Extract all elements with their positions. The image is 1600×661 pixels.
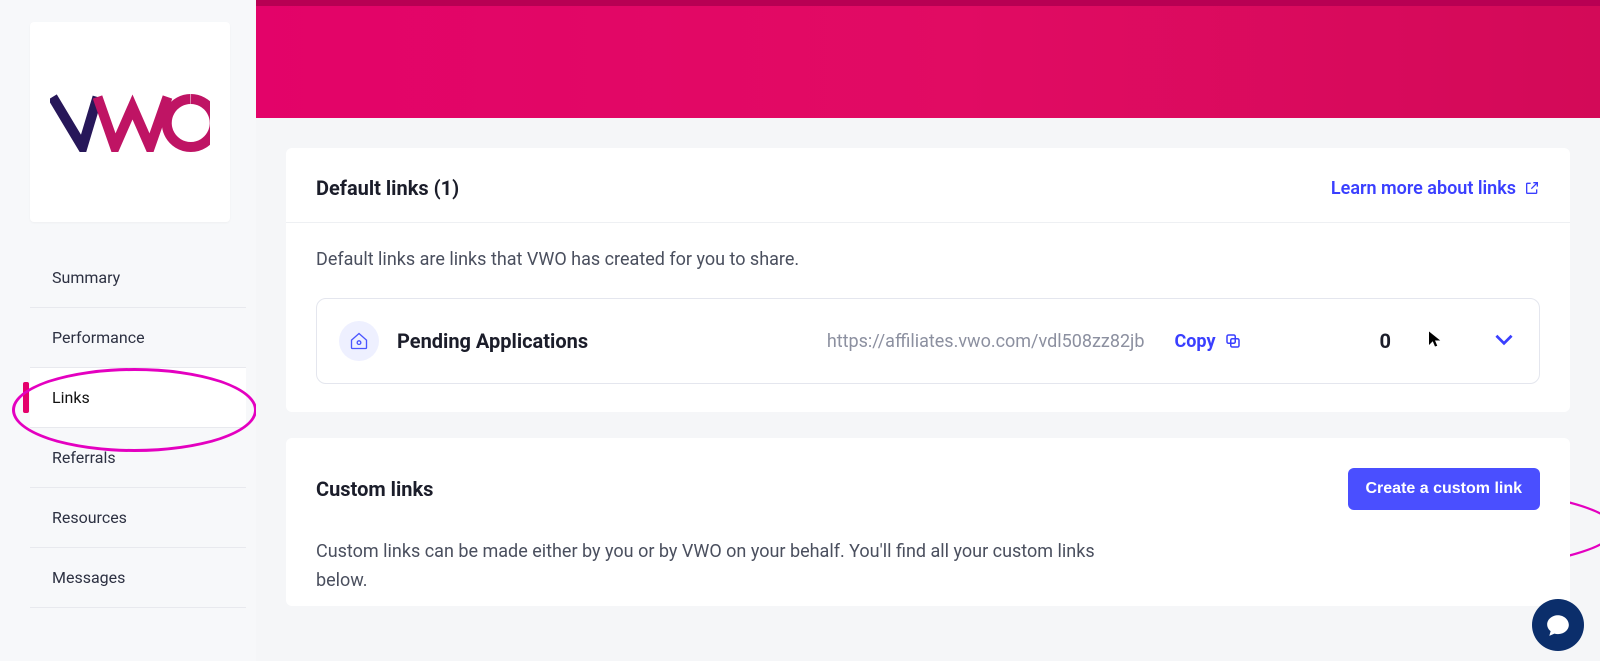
default-links-title: Default links (1): [316, 176, 459, 200]
brand-logo-card: [30, 22, 230, 222]
link-row-count: 0: [1380, 329, 1391, 353]
copy-label: Copy: [1174, 331, 1215, 352]
default-links-card: Default links (1) Learn more about links…: [286, 148, 1570, 412]
sidebar-item-performance[interactable]: Performance: [30, 308, 246, 368]
sidebar: Summary Performance Links Referrals Reso…: [0, 0, 256, 661]
custom-links-description: Custom links can be made either by you o…: [286, 530, 1136, 596]
chevron-down-icon[interactable]: [1491, 326, 1517, 356]
copy-button[interactable]: Copy: [1174, 331, 1241, 352]
custom-links-title: Custom links: [316, 477, 433, 501]
default-links-header: Default links (1) Learn more about links: [286, 148, 1570, 223]
learn-more-link[interactable]: Learn more about links: [1331, 178, 1540, 199]
cursor-icon: [1427, 330, 1443, 352]
vwo-logo-icon: [50, 92, 210, 152]
link-row-url: https://affiliates.vwo.com/vdl508zz82jb: [827, 331, 1145, 352]
sidebar-item-messages[interactable]: Messages: [30, 548, 246, 608]
main-content: Default links (1) Learn more about links…: [256, 118, 1600, 661]
create-custom-link-button[interactable]: Create a custom link: [1348, 468, 1541, 510]
sidebar-nav: Summary Performance Links Referrals Reso…: [30, 248, 246, 608]
external-link-icon: [1524, 180, 1540, 196]
link-row-title: Pending Applications: [397, 329, 588, 353]
chat-icon: [1545, 612, 1571, 638]
custom-links-header: Custom links Create a custom link: [286, 438, 1570, 530]
learn-more-label: Learn more about links: [1331, 178, 1516, 199]
sidebar-item-links[interactable]: Links: [30, 368, 246, 428]
sidebar-item-summary[interactable]: Summary: [30, 248, 246, 308]
default-links-description: Default links are links that VWO has cre…: [286, 223, 1570, 270]
home-icon: [339, 321, 379, 361]
copy-icon: [1224, 332, 1242, 350]
sidebar-item-resources[interactable]: Resources: [30, 488, 246, 548]
chat-fab-button[interactable]: [1532, 599, 1584, 651]
sidebar-item-referrals[interactable]: Referrals: [30, 428, 246, 488]
custom-links-card: Custom links Create a custom link Custom…: [286, 438, 1570, 606]
default-link-row[interactable]: Pending Applications https://affiliates.…: [316, 298, 1540, 384]
